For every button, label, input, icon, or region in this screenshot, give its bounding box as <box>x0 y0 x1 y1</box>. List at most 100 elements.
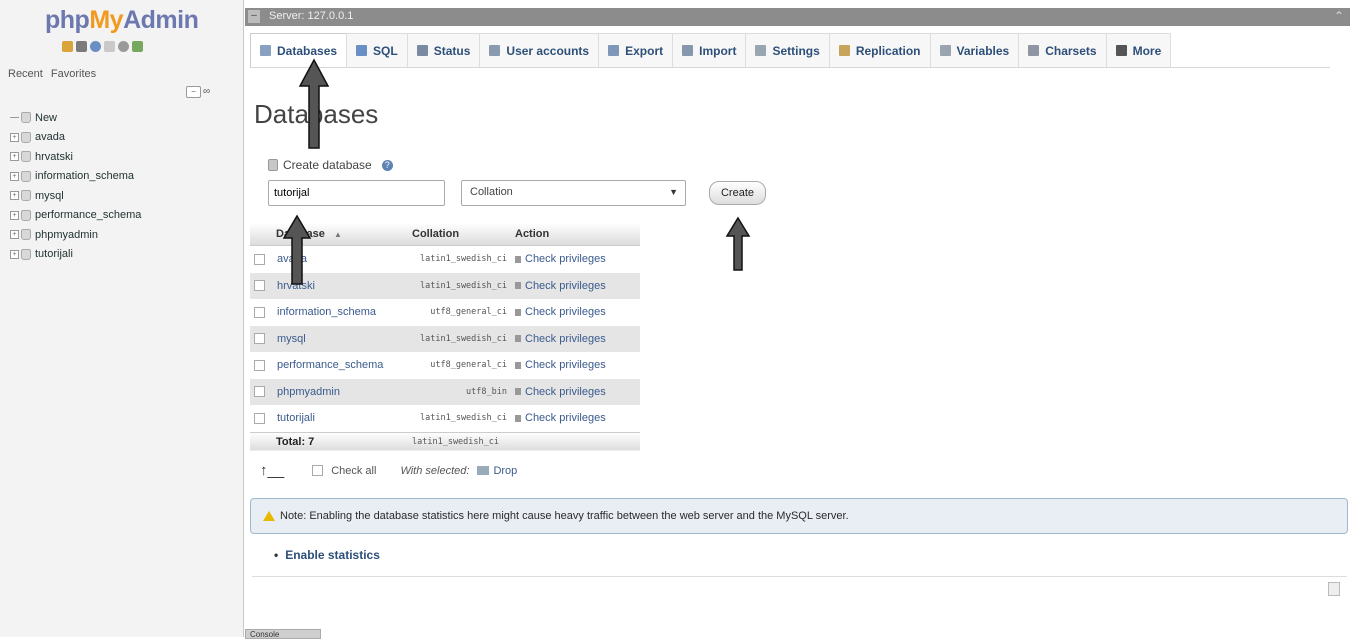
tree-item-database[interactable]: + performance_schema <box>10 206 141 226</box>
header-database[interactable]: Database ▲ <box>250 223 408 246</box>
tab-export[interactable]: Export <box>598 33 674 67</box>
tree-item-database[interactable]: + tutorijali <box>10 245 141 265</box>
replication-icon <box>838 45 850 56</box>
tree-item-database[interactable]: + mysql <box>10 186 141 206</box>
collation-cell: utf8_general_ci <box>408 352 511 379</box>
tree-item-database[interactable]: + hrvatski <box>10 147 141 167</box>
chevron-down-icon <box>1115 45 1127 56</box>
expand-icon[interactable]: + <box>10 191 19 201</box>
recent-tab[interactable]: Recent <box>8 68 43 80</box>
check-privileges-link[interactable]: Check privileges <box>525 386 606 398</box>
tree-item-label[interactable]: hrvatski <box>35 151 73 163</box>
check-privileges-link[interactable]: Check privileges <box>525 333 606 345</box>
create-button[interactable]: Create <box>709 181 766 205</box>
database-name-input[interactable] <box>268 180 445 206</box>
enable-statistics-link[interactable]: • Enable statistics <box>274 548 380 562</box>
expand-icon[interactable]: ⌃ <box>1334 9 1344 23</box>
docs-icon[interactable] <box>104 41 115 52</box>
collation-cell: utf8_bin <box>408 378 511 405</box>
console-toggle[interactable]: Console <box>245 629 321 639</box>
server-breadcrumb[interactable]: Server: 127.0.0.1 <box>269 10 353 22</box>
drop-button[interactable]: Drop <box>493 465 517 477</box>
toggle-navigation-button[interactable]: – <box>248 10 260 23</box>
check-privileges-link[interactable]: Check privileges <box>525 253 606 265</box>
tree-item-label[interactable]: avada <box>35 131 65 143</box>
expand-icon[interactable]: + <box>10 210 19 220</box>
tab-sql[interactable]: SQL <box>346 33 408 67</box>
help-icon[interactable]: ? <box>381 159 393 171</box>
divider <box>252 576 1347 577</box>
tree-item-label[interactable]: tutorijali <box>35 248 73 260</box>
table-row: tutorijali latin1_swedish_ci Check privile… <box>250 405 640 432</box>
drop-icon[interactable] <box>477 466 490 475</box>
tree-item-label[interactable]: phpmyadmin <box>35 229 98 241</box>
header-collation[interactable]: Collation <box>408 223 511 246</box>
tab-replication[interactable]: Replication <box>828 33 931 67</box>
database-link[interactable]: tutorijali <box>277 412 315 424</box>
new-database-icon <box>21 112 31 124</box>
tab-user-accounts[interactable]: User accounts <box>479 33 600 67</box>
row-checkbox[interactable] <box>254 386 265 398</box>
link-with-main-icon[interactable]: ∞ <box>203 86 210 97</box>
check-privileges-link[interactable]: Check privileges <box>525 412 606 424</box>
tree-item-database[interactable]: + information_schema <box>10 167 141 187</box>
tree-item-database[interactable]: + phpmyadmin <box>10 225 141 245</box>
expand-icon[interactable]: + <box>10 171 19 181</box>
tab-import[interactable]: Import <box>672 33 747 67</box>
scroll-to-top-icon[interactable] <box>1328 582 1340 596</box>
help-icon[interactable] <box>90 41 101 52</box>
table-row: mysql latin1_swedish_ci Check privileges <box>250 325 640 352</box>
row-checkbox[interactable] <box>254 253 265 265</box>
tab-more[interactable]: More <box>1105 33 1172 67</box>
check-all-label[interactable]: Check all <box>331 465 376 477</box>
phpmyadmin-logo[interactable]: phpMyAdmin <box>45 6 199 35</box>
expand-icon[interactable]: + <box>10 152 19 162</box>
database-link[interactable]: mysql <box>277 333 306 345</box>
arrow-up-icon: ↑__ <box>260 462 285 479</box>
statistics-notice: Note: Enabling the database statistics h… <box>250 498 1348 534</box>
table-row: performance_schema utf8_general_ci Check p… <box>250 352 640 379</box>
favorites-tab[interactable]: Favorites <box>51 68 96 80</box>
collation-cell: latin1_swedish_ci <box>408 245 511 273</box>
database-link[interactable]: performance_schema <box>277 359 383 371</box>
total-label: Total: 7 <box>250 431 408 451</box>
check-privileges-link[interactable]: Check privileges <box>525 359 606 371</box>
expand-icon[interactable]: + <box>10 132 19 142</box>
tree-item-label[interactable]: mysql <box>35 190 64 202</box>
collapse-all-icon[interactable]: − <box>186 86 201 98</box>
tab-settings[interactable]: Settings <box>745 33 830 67</box>
row-checkbox[interactable] <box>254 306 265 318</box>
action-cell: Check privileges <box>511 299 640 326</box>
reload-icon[interactable] <box>132 41 143 52</box>
navigation-panel: phpMyAdmin Recent Favorites − ∞ New + ava… <box>0 0 244 637</box>
settings-icon[interactable] <box>118 41 129 52</box>
tree-item-label[interactable]: information_schema <box>35 170 134 182</box>
logout-icon[interactable] <box>76 41 87 52</box>
row-checkbox[interactable] <box>254 280 265 292</box>
privileges-icon <box>515 255 521 263</box>
charsets-icon <box>1028 45 1040 56</box>
row-checkbox[interactable] <box>254 412 265 424</box>
check-privileges-link[interactable]: Check privileges <box>525 306 606 318</box>
database-link[interactable]: phpmyadmin <box>277 386 340 398</box>
status-icon <box>416 45 428 56</box>
tab-variables[interactable]: Variables <box>929 33 1020 67</box>
collation-select[interactable]: Collation ▼ <box>461 180 686 206</box>
expand-icon[interactable]: + <box>10 249 19 259</box>
database-icon <box>21 151 31 163</box>
tab-status[interactable]: Status <box>406 33 481 67</box>
row-checkbox[interactable] <box>254 333 265 345</box>
check-all-checkbox[interactable] <box>312 465 324 476</box>
expand-icon[interactable]: + <box>10 230 19 240</box>
table-row: information_schema utf8_general_ci Check p… <box>250 299 640 326</box>
tree-item-label[interactable]: performance_schema <box>35 209 141 221</box>
tab-charsets[interactable]: Charsets <box>1018 33 1107 67</box>
tree-item-database[interactable]: + avada <box>10 128 141 148</box>
check-privileges-link[interactable]: Check privileges <box>525 280 606 292</box>
database-link[interactable]: information_schema <box>277 306 376 318</box>
database-icon <box>21 170 31 182</box>
tree-item-new[interactable]: New <box>10 108 141 128</box>
row-checkbox[interactable] <box>254 359 265 371</box>
collation-cell: latin1_swedish_ci <box>408 325 511 352</box>
home-icon[interactable] <box>62 41 73 52</box>
